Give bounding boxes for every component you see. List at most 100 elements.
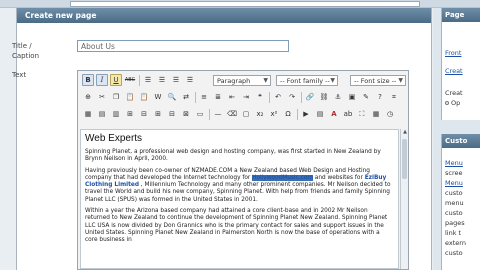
paragraph-select-value: Paragraph — [217, 77, 251, 85]
toolbar-separator — [297, 109, 298, 120]
toolbar-row-1: B I U ABC ☰ ☰ ☰ ☰ Paragraph ▼ -- Font fam… — [80, 73, 408, 89]
row-props-icon[interactable]: ▤ — [96, 108, 108, 120]
panel-title: Create new page — [17, 8, 431, 23]
sidebar-item-create: Creat — [445, 89, 463, 97]
delete-row-icon[interactable]: ⊟ — [138, 108, 150, 120]
chevron-down-icon: ▼ — [263, 77, 268, 84]
cut-icon[interactable]: ✂ — [96, 91, 108, 103]
scroll-up-icon[interactable]: ▲ — [401, 129, 409, 136]
paste-icon[interactable]: 📋 — [124, 91, 136, 103]
find-icon[interactable]: 🔍 — [166, 91, 178, 103]
toolbar-row-2: ⊕ ✂ ❐ 📋 📋 W 🔍 ⇄ ≡ ≣ ⇤ ⇥ ❝ ↶ ↷ 🔗 ⛓ ⚓ ▣ ✎ … — [80, 90, 408, 106]
split-cells-icon[interactable]: ⊠ — [180, 108, 192, 120]
replace-icon[interactable]: ⇄ — [180, 91, 192, 103]
align-right-icon[interactable]: ☰ — [170, 74, 182, 86]
insert-row-icon[interactable]: ⊞ — [124, 108, 136, 120]
indent-icon[interactable]: ⇥ — [240, 91, 252, 103]
preview-icon[interactable]: ▤ — [314, 108, 326, 120]
special-char-icon[interactable]: Ω — [282, 108, 294, 120]
paste-text-icon[interactable]: 📋 — [138, 91, 150, 103]
editor-content-area[interactable]: Web Experts Spinning Planet, a professio… — [80, 129, 399, 269]
content-paragraph-2: Having previously been co-owner of NZMAD… — [85, 168, 394, 204]
paste-word-icon[interactable]: W — [152, 91, 164, 103]
toolbar-separator — [301, 92, 302, 103]
sidebar-option[interactable]: Op — [442, 98, 480, 108]
embed-media-icon[interactable]: ▶ — [300, 108, 312, 120]
cell-props-icon[interactable]: ▥ — [110, 108, 122, 120]
font-size-select-value: -- Font size -- — [354, 77, 397, 85]
sidebar-link-front[interactable]: Front — [442, 48, 480, 58]
image-icon[interactable]: ▣ — [346, 91, 358, 103]
editor-scrollbar[interactable]: ▲ — [400, 129, 408, 269]
superscript-icon[interactable]: x² — [268, 108, 280, 120]
insert-col-icon[interactable]: ⊞ — [152, 108, 164, 120]
align-left-icon[interactable]: ☰ — [142, 74, 154, 86]
horizontal-rule-icon[interactable]: — — [212, 108, 224, 120]
custom-menu-link[interactable]: Menu — [442, 178, 480, 188]
page-sidebar-box: Page Front Creat Creat Op — [441, 8, 480, 120]
hollywoodmusic-link[interactable]: HollywoodMusic.com — [252, 174, 313, 181]
custom-text: menu — [445, 199, 464, 207]
sidebar-link-create[interactable]: Creat — [442, 66, 480, 76]
html-source-icon[interactable]: ⌗ — [388, 91, 400, 103]
numbered-list-icon[interactable]: ≣ — [212, 91, 224, 103]
title-input[interactable]: About Us — [77, 40, 289, 52]
custom-text: custo — [445, 209, 463, 217]
content-paragraph-3: Within a year the Arizona based company … — [85, 208, 388, 244]
align-center-icon[interactable]: ☰ — [156, 74, 168, 86]
underline-button[interactable]: U — [110, 74, 122, 86]
anchor-icon[interactable]: ⚓ — [332, 91, 344, 103]
content-heading: Web Experts — [85, 133, 143, 144]
bold-button[interactable]: B — [82, 74, 94, 86]
fullscreen-icon[interactable]: ⛶ — [356, 108, 368, 120]
title-label: Title / — [12, 42, 32, 50]
font-family-select-value: -- Font family -- — [280, 77, 330, 85]
paragraph-select[interactable]: Paragraph ▼ — [213, 75, 271, 86]
insert-time-icon[interactable]: ◷ — [384, 108, 396, 120]
highlight-color-icon[interactable]: ab — [342, 108, 354, 120]
italic-button[interactable]: I — [96, 74, 108, 86]
custom-menu-link[interactable]: Menu — [442, 158, 480, 168]
rich-text-editor: B I U ABC ☰ ☰ ☰ ☰ Paragraph ▼ -- Font fam… — [77, 70, 409, 270]
text-color-icon[interactable]: A — [328, 108, 340, 120]
spellcheck-icon[interactable]: ⊕ — [82, 91, 94, 103]
custom-text: scree — [445, 169, 463, 177]
scrollbar-thumb[interactable] — [402, 139, 407, 179]
link-icon[interactable]: 🔗 — [304, 91, 316, 103]
bullet-list-icon[interactable]: ≡ — [198, 91, 210, 103]
remove-format-icon[interactable]: ⌫ — [226, 108, 238, 120]
help-icon[interactable]: ? — [374, 91, 386, 103]
toolbar-separator — [269, 92, 270, 103]
delete-col-icon[interactable]: ⊟ — [166, 108, 178, 120]
table-icon[interactable]: ▦ — [82, 108, 94, 120]
insert-date-icon[interactable]: ▦ — [370, 108, 382, 120]
unlink-icon[interactable]: ⛓ — [318, 91, 330, 103]
custom-text: pages — [445, 219, 465, 227]
address-bar[interactable] — [70, 1, 420, 7]
undo-icon[interactable]: ↶ — [272, 91, 284, 103]
font-family-select[interactable]: -- Font family -- ▼ — [276, 75, 338, 86]
custom-text: custo — [445, 249, 463, 257]
toolbar-row-3: ▦ ▤ ▥ ⊞ ⊟ ⊞ ⊟ ⊠ ▭ — ⌫ ▢ x₂ x² Ω ▶ ▤ A ab… — [80, 107, 408, 123]
sidebar-option-label: Op — [451, 99, 461, 107]
custom-text: custo — [445, 189, 463, 197]
cleanup-icon[interactable]: ✎ — [360, 91, 372, 103]
redo-icon[interactable]: ↷ — [286, 91, 298, 103]
align-justify-icon[interactable]: ☰ — [184, 74, 196, 86]
toolbar-separator — [209, 109, 210, 120]
font-size-select[interactable]: -- Font size -- ▼ — [350, 75, 406, 86]
copy-icon[interactable]: ❐ — [110, 91, 122, 103]
strikethrough-button[interactable]: ABC — [124, 74, 136, 86]
subscript-icon[interactable]: x₂ — [254, 108, 266, 120]
merge-cells-icon[interactable]: ▭ — [194, 108, 206, 120]
toolbar-separator — [139, 75, 140, 86]
custom-sidebar-title: Custo — [442, 134, 480, 148]
chevron-down-icon: ▼ — [330, 77, 335, 84]
visual-aid-icon[interactable]: ▢ — [240, 108, 252, 120]
text-label: Text — [12, 71, 27, 79]
blockquote-icon[interactable]: ❝ — [254, 91, 266, 103]
outdent-icon[interactable]: ⇤ — [226, 91, 238, 103]
